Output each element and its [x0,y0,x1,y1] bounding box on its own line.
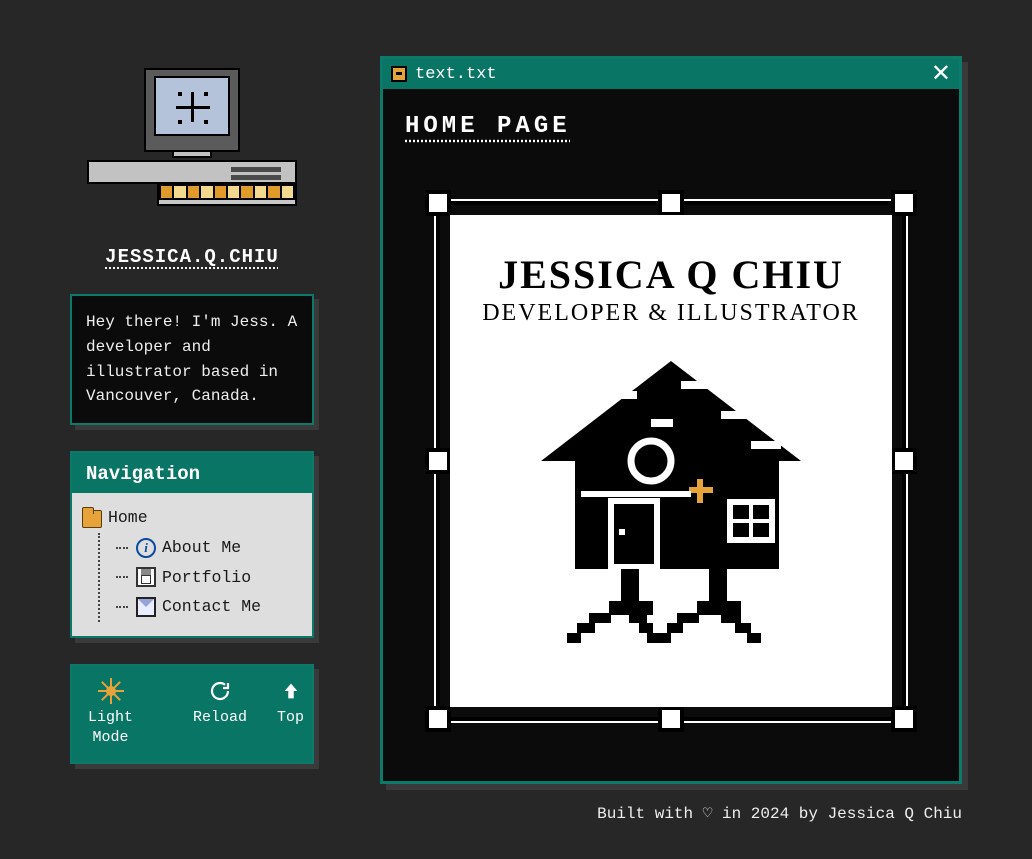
floppy-icon [136,567,156,587]
resize-handle-tr[interactable] [891,190,917,216]
poster: JESSICA Q CHIU DEVELOPER & ILLUSTRATOR [450,215,892,707]
sun-icon [98,678,124,704]
theme-toggle-button[interactable]: Light Mode [88,678,133,749]
content-window: text.txt ✕ HOME PAGE JESSICA Q CHIU [380,56,962,784]
resize-handle-br[interactable] [891,706,917,732]
resize-handle-tl[interactable] [425,190,451,216]
intro-panel: Hey there! I'm Jess. A developer and ill… [70,294,314,425]
resize-handle-l[interactable] [425,448,451,474]
sidebar: JESSICA.Q.CHIU Hey there! I'm Jess. A de… [70,68,314,764]
reload-button[interactable]: Reload [193,678,247,728]
nav-panel: Navigation Home i About Me Portfolio [70,451,314,638]
close-icon[interactable]: ✕ [931,62,951,86]
nav-home[interactable]: Home [82,503,302,533]
actions-panel: Light Mode Reload Top [70,664,314,765]
pixel-computer-icon [70,68,314,228]
nav-portfolio-label: Portfolio [162,563,251,593]
nav-about-label: About Me [162,533,241,563]
poster-title: JESSICA Q CHIU [498,251,844,298]
poster-wrap: JESSICA Q CHIU DEVELOPER & ILLUSTRATOR [401,164,941,757]
poster-subtitle: DEVELOPER & ILLUSTRATOR [482,300,860,327]
folder-icon [82,508,102,528]
nav-title: Navigation [72,453,312,493]
resize-handle-b[interactable] [658,706,684,732]
resize-handle-r[interactable] [891,448,917,474]
nav-portfolio[interactable]: Portfolio [116,563,302,593]
brand-name: JESSICA.Q.CHIU [70,246,314,268]
reload-label: Reload [193,708,247,728]
top-button[interactable]: Top [277,678,304,728]
nav-contact[interactable]: Contact Me [116,592,302,622]
nav-contact-label: Contact Me [162,592,261,622]
footer: Built with ♡ in 2024 by Jessica Q Chiu [597,803,962,823]
mail-icon [136,597,156,617]
arrow-up-icon [278,678,304,704]
reload-icon [207,678,233,704]
nav-about[interactable]: i About Me [116,533,302,563]
resize-handle-t[interactable] [658,190,684,216]
resize-handle-bl[interactable] [425,706,451,732]
top-label: Top [277,708,304,728]
info-icon: i [136,538,156,558]
nav-home-label: Home [108,503,148,533]
window-filename: text.txt [415,65,497,84]
window-face-icon [391,66,407,82]
page-title: HOME PAGE [405,113,941,140]
window-titlebar[interactable]: text.txt ✕ [383,59,959,89]
theme-toggle-label: Light Mode [88,708,133,749]
selection-frame[interactable]: JESSICA Q CHIU DEVELOPER & ILLUSTRATOR [436,201,906,721]
baba-yaga-house-icon [511,341,831,661]
